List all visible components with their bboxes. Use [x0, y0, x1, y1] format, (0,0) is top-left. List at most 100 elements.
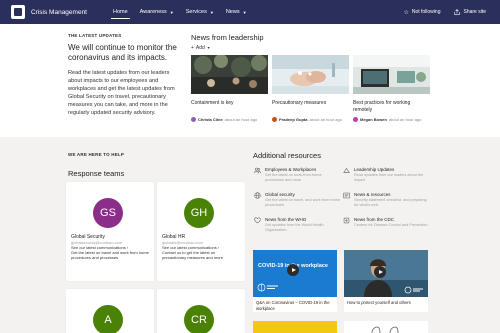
- resource-name: Leadership Updates: [354, 167, 395, 172]
- response-teams-title: Response teams: [68, 169, 125, 178]
- latest-body: Read the latest updates from our leaders…: [68, 70, 175, 116]
- resources-title: Additional resources: [253, 151, 321, 160]
- avatar: [353, 117, 358, 122]
- resource-link-news-resources[interactable]: News & resources Security statement check…: [343, 192, 429, 207]
- resource-description: Get the latest on work-from-home procedu…: [265, 173, 322, 182]
- people-icon: [254, 167, 261, 174]
- author-name: Megan Bowen: [360, 117, 387, 122]
- news-title: Precautionary measures: [272, 100, 327, 106]
- resource-description: Get updates from the World Health Organi…: [265, 223, 324, 232]
- news-image: [353, 55, 430, 94]
- team-avatar: GH: [184, 198, 214, 228]
- play-button[interactable]: [287, 264, 299, 276]
- resource-name: Global security: [265, 192, 295, 197]
- nav-news-label: News: [225, 9, 240, 15]
- star-icon: ☆: [403, 9, 409, 16]
- who-logo-icon: [404, 286, 423, 294]
- team-card[interactable]: A: [66, 289, 154, 333]
- video-card[interactable]: How to protect yourself and others: [344, 250, 428, 312]
- chevron-down-icon: ▼: [209, 9, 214, 15]
- nav-services-label: Services: [185, 9, 207, 15]
- video-thumbnail: COVID-19 in the workplace: [253, 250, 337, 297]
- header-actions: ☆ Not following Share site: [403, 9, 486, 16]
- chevron-down-icon: ▼: [206, 46, 211, 50]
- news-section-title: News from leadership: [191, 33, 264, 42]
- chevron-down-icon: ▼: [169, 9, 174, 15]
- nav-news[interactable]: News ▼: [220, 0, 253, 24]
- author-name: Christa Cline: [198, 117, 223, 122]
- news-card[interactable]: Best practices for working remotely Mega…: [353, 55, 430, 125]
- resource-link-leadership[interactable]: Leadership Updates Read updates from our …: [343, 167, 429, 182]
- team-card[interactable]: CR: [157, 289, 245, 333]
- site-header: Crisis Management Home Awareness ▼ Servic…: [0, 0, 500, 24]
- resource-description: Centers for Disease Control and Preventi…: [354, 223, 428, 227]
- team-avatar: CR: [184, 305, 214, 333]
- news-icon: [343, 192, 350, 199]
- resource-name: Employees & Workplaces: [265, 167, 317, 172]
- add-news-button[interactable]: + Add ▼: [191, 45, 210, 51]
- latest-updates-section: THE LATEST UPDATES We will continue to m…: [0, 24, 500, 137]
- team-description: Contact us to get the latest on precauti…: [162, 250, 223, 260]
- nav-services[interactable]: Services ▼: [180, 0, 220, 24]
- author-name: Pradeep Gupta: [279, 117, 308, 122]
- resource-link-cdc[interactable]: News from the CDC Centers for Disease Con…: [343, 217, 429, 228]
- team-card[interactable]: GS Global Security globalsecurity@contos…: [66, 182, 154, 281]
- site-title[interactable]: Crisis Management: [31, 9, 87, 16]
- follow-label: Not following: [411, 9, 441, 15]
- nav-awareness[interactable]: Awareness ▼: [134, 0, 180, 24]
- share-site-label: Share site: [463, 9, 486, 15]
- resource-description: Security statement checklist, and prepar…: [354, 198, 427, 207]
- video-thumbnail: [344, 250, 428, 297]
- play-button[interactable]: [374, 266, 386, 278]
- news-timestamp: about an hour ago: [309, 117, 342, 122]
- nav-awareness-label: Awareness: [139, 9, 167, 15]
- resource-name: News & resources: [354, 192, 391, 197]
- nav-home-label: Home: [113, 9, 128, 15]
- help-label: WE ARE HERE TO HELP: [68, 152, 125, 157]
- top-navigation: Home Awareness ▼ Services ▼ News ▼: [107, 0, 253, 24]
- resource-description: Read updates from our leaders about the …: [354, 173, 424, 182]
- follow-button[interactable]: ☆ Not following: [403, 9, 440, 16]
- health-icon: [254, 217, 261, 224]
- news-title: Best practices for working remotely: [353, 100, 411, 113]
- hands-icon: [371, 326, 399, 333]
- promo-tile[interactable]: [253, 321, 337, 333]
- resource-link-employees[interactable]: Employees & Workplaces Get the latest on …: [254, 167, 340, 182]
- avatar: [191, 117, 196, 122]
- latest-headline: We will continue to monitor the coronavi…: [68, 43, 177, 62]
- resource-name: News from the CDC: [354, 217, 395, 222]
- resource-description: Get the latest on travel, and work from …: [265, 198, 340, 207]
- help-section: WE ARE HERE TO HELP Response teams GS Gl…: [0, 137, 500, 333]
- news-author: Megan Bowen about an hour ago: [353, 117, 421, 122]
- site-logo-icon[interactable]: [11, 5, 25, 19]
- share-icon: [454, 9, 461, 15]
- news-image: [191, 55, 268, 94]
- who-logo-icon: [257, 283, 278, 292]
- news-title: Containment is key: [191, 100, 234, 106]
- resource-link-who[interactable]: News from the WHO Get updates from the Wo…: [254, 217, 340, 232]
- news-card[interactable]: Containment is key Christa Cline about a…: [191, 55, 268, 125]
- video-caption: Q&A on Coronavirus – COVID-19 in the wor…: [256, 300, 330, 311]
- news-timestamp: about an hour ago: [388, 117, 422, 122]
- leadership-icon: [343, 167, 350, 173]
- team-avatar: GS: [93, 198, 123, 228]
- team-description: Get the latest on travel and work from h…: [71, 250, 149, 260]
- video-card[interactable]: COVID-19 in the workplace Q&A on Coronav…: [253, 250, 337, 312]
- globe-icon: [254, 192, 261, 199]
- nav-home[interactable]: Home: [107, 0, 134, 24]
- chevron-down-icon: ▼: [242, 9, 247, 15]
- resource-name: News from the WHO: [265, 217, 307, 222]
- resource-link-global-security[interactable]: Global security Get the latest on travel,…: [254, 192, 340, 207]
- avatar: [272, 117, 277, 122]
- team-card[interactable]: GH Global HR globalhr@contoso.com See ou…: [157, 182, 245, 281]
- plus-icon: +: [191, 45, 194, 51]
- news-author: Christa Cline about an hour ago: [191, 117, 257, 122]
- promo-tile[interactable]: [344, 321, 428, 333]
- news-card[interactable]: Precautionary measures Pradeep Gupta abo…: [272, 55, 349, 125]
- news-timestamp: about an hour ago: [224, 117, 258, 122]
- latest-updates-label: THE LATEST UPDATES: [68, 33, 122, 38]
- news-author: Pradeep Gupta about an hour ago: [272, 117, 342, 122]
- video-caption: How to protect yourself and others: [347, 300, 411, 305]
- share-site-button[interactable]: Share site: [454, 9, 486, 15]
- team-avatar: A: [93, 305, 123, 333]
